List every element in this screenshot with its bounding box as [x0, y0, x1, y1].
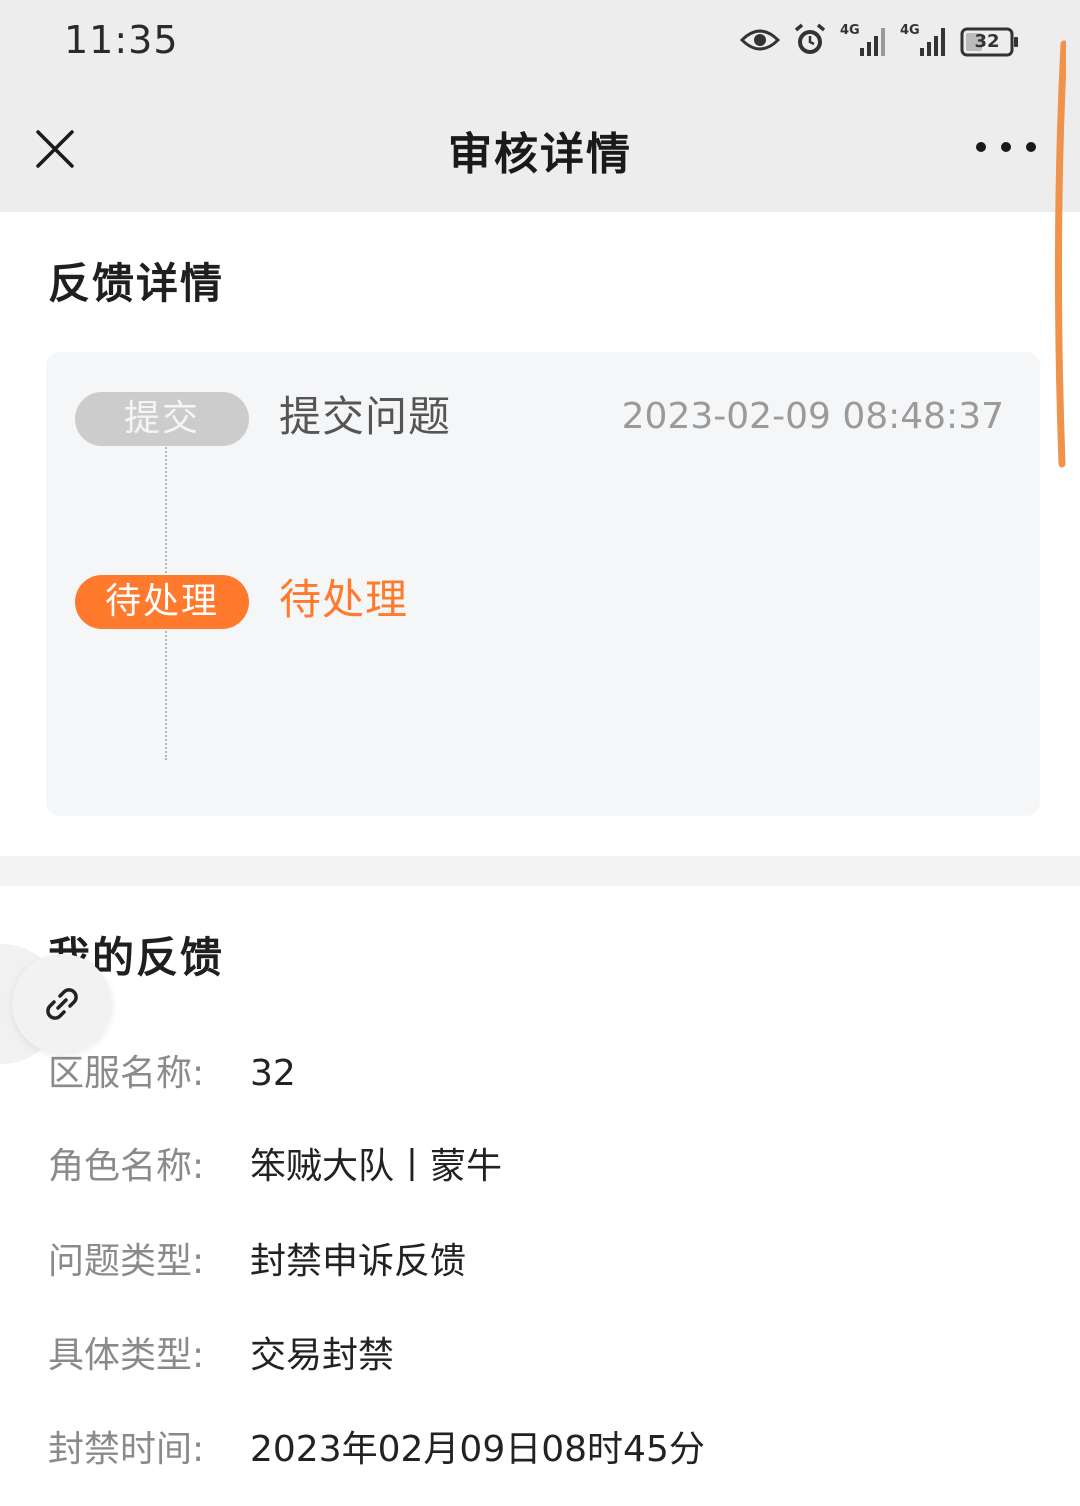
feedback-details-title: 反馈详情: [48, 259, 225, 308]
info-value: 32: [250, 1053, 296, 1094]
scroll-indicator[interactable]: [1052, 40, 1066, 470]
step-label-submitted: 提交问题: [279, 392, 452, 441]
step-label-pending: 待处理: [279, 575, 409, 624]
status-time: 11:35: [64, 18, 179, 62]
progress-timeline: 提交 提交问题 2023-02-09 08:48:37 待处理 待处理: [46, 352, 1040, 816]
step-badge-submitted: 提交: [75, 392, 249, 446]
info-row-server: 区服名称: 32: [48, 1050, 296, 1098]
info-label: 封禁时间:: [48, 1429, 205, 1470]
info-label: 区服名称:: [48, 1053, 205, 1094]
info-label: 具体类型:: [48, 1335, 205, 1376]
alarm-icon: [792, 22, 828, 62]
title-bar: 审核详情: [0, 92, 1080, 212]
signal-icon-sim2: 4G: [900, 24, 948, 60]
section-divider: [0, 856, 1080, 886]
battery-icon: 32: [960, 27, 1020, 57]
info-label: 角色名称:: [48, 1146, 205, 1187]
info-row-ban-time: 封禁时间: 2023年02月09日08时45分: [48, 1426, 705, 1474]
more-dot-icon: [1026, 142, 1036, 152]
info-row-issue-type: 问题类型: 封禁申诉反馈: [48, 1238, 466, 1286]
signal-icon-sim1: 4G: [840, 24, 888, 60]
status-bar: 11:35 4G 4G 32: [0, 0, 1080, 92]
copy-link-button[interactable]: [12, 954, 112, 1054]
more-dot-icon: [1001, 142, 1011, 152]
info-value: 2023年02月09日08时45分: [250, 1429, 705, 1470]
battery-level: 32: [974, 31, 1000, 52]
step-time-submitted: 2023-02-09 08:48:37: [621, 396, 1004, 437]
step-badge-pending: 待处理: [75, 575, 249, 629]
eye-icon: [739, 26, 781, 58]
page-title: 审核详情: [448, 129, 632, 180]
more-dot-icon: [976, 142, 986, 152]
info-value: 交易封禁: [250, 1335, 395, 1376]
info-label: 问题类型:: [48, 1241, 205, 1282]
status-icons: 4G 4G 32: [739, 20, 1020, 64]
more-options-button[interactable]: [976, 132, 1036, 162]
info-value: 笨贼大队丨蒙牛: [250, 1146, 503, 1187]
link-icon: [46, 988, 78, 1020]
info-row-role: 角色名称: 笨贼大队丨蒙牛: [48, 1143, 502, 1191]
info-value: 封禁申诉反馈: [250, 1241, 467, 1282]
info-row-specific-type: 具体类型: 交易封禁: [48, 1332, 394, 1380]
